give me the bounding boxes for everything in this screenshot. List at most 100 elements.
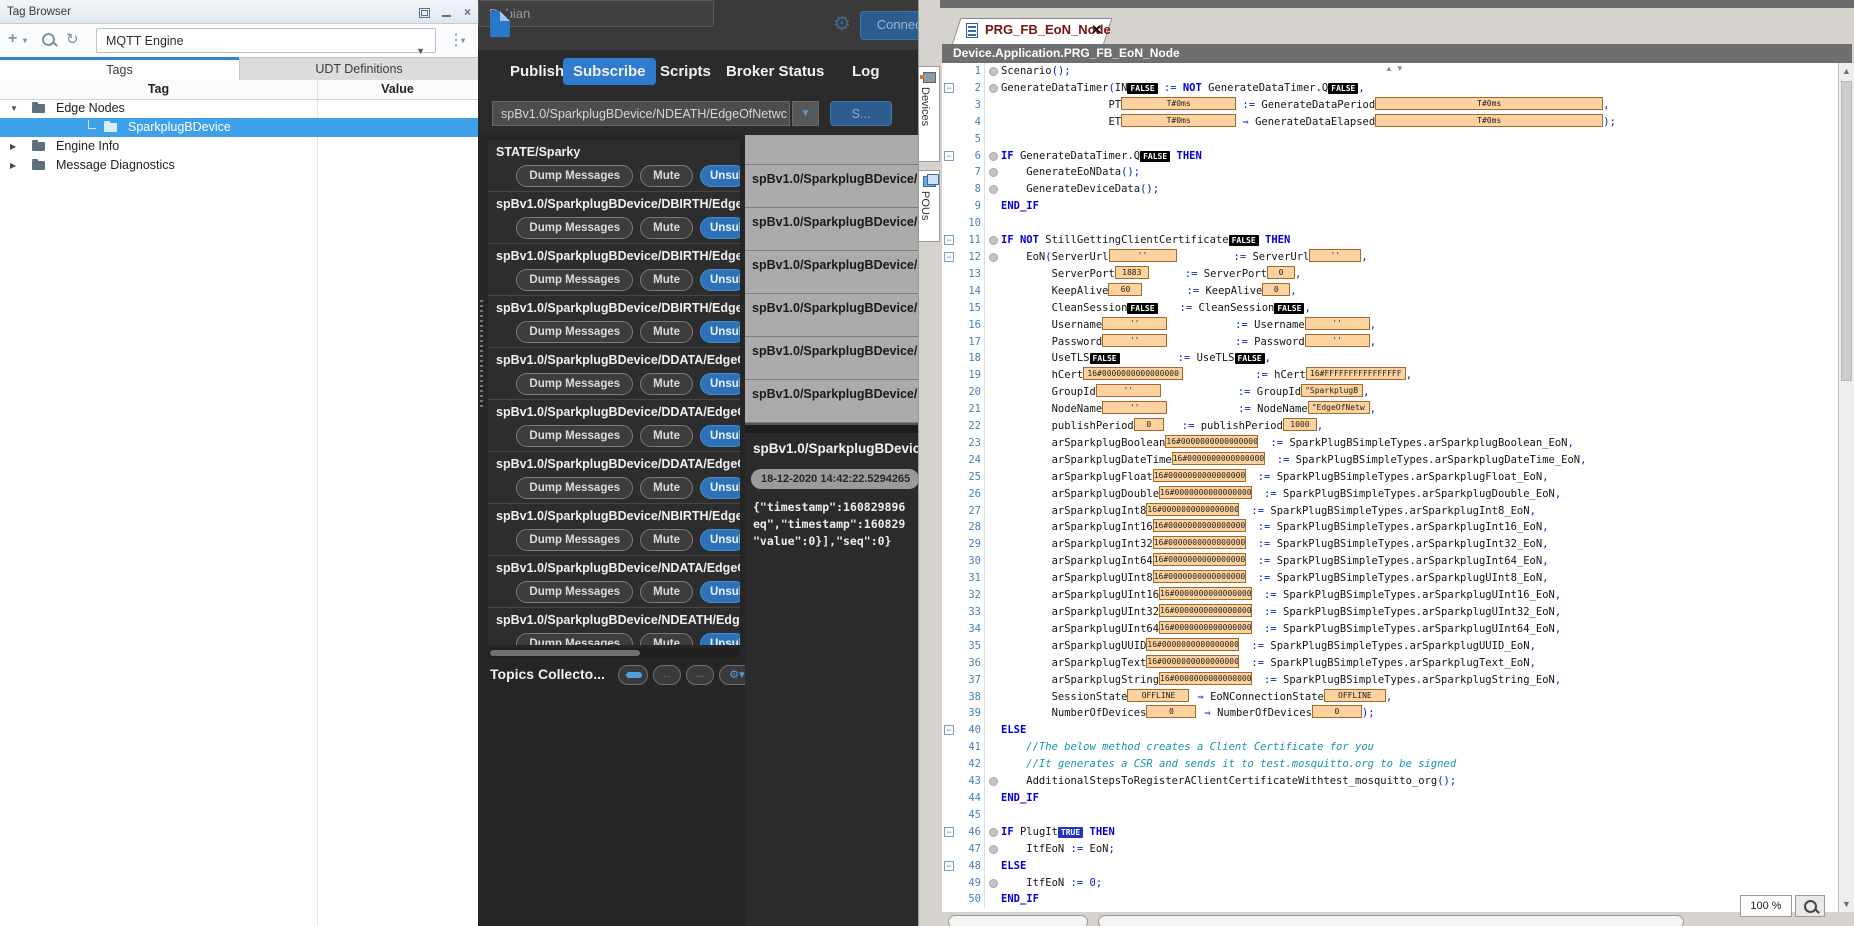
mute-button[interactable]: Mute [640,165,693,187]
add-tag-caret-icon[interactable]: ▾ [23,36,27,45]
breakpoint-gutter[interactable] [985,114,1001,131]
code-line[interactable]: 34 arSparkplugUInt6416#0000000000000000:… [942,621,1838,638]
breakpoint-gutter[interactable] [985,587,1001,604]
code-line[interactable]: 17 Password'':= Password'', [942,334,1838,351]
editor-zoom-icon[interactable] [1795,895,1825,917]
code-text[interactable]: GenerateDataTimer(INFALSE := NOT Generat… [1001,80,1365,98]
refresh-icon[interactable]: ↻ [66,30,79,48]
mute-button[interactable]: Mute [640,633,693,645]
code-line[interactable]: 8 GenerateDeviceData(); [942,181,1838,198]
code-line[interactable]: 33 arSparkplugUInt3216#0000000000000000:… [942,604,1838,621]
code-text[interactable]: publishPeriod0:= publishPeriod1000, [1001,418,1323,435]
code-text[interactable]: IF GenerateDataTimer.QFALSE THEN [1001,148,1202,166]
fold-collapse-icon[interactable]: − [944,151,954,161]
code-line[interactable]: 35 arSparkplugUUID16#0000000000000000:= … [942,638,1838,655]
breakpoint-gutter[interactable] [985,655,1001,672]
mute-button[interactable]: Mute [640,373,693,395]
breakpoint-gutter[interactable] [985,97,1001,114]
nav-tab-scripts[interactable]: Scripts [650,58,721,85]
code-text[interactable]: ItfEoN := 0; [1001,875,1102,892]
breakpoint-gutter[interactable] [985,283,1001,300]
code-text[interactable]: //The below method creates a Client Cert… [1001,739,1374,756]
code-text[interactable]: GenerateDeviceData(); [1001,181,1159,198]
expand-icon[interactable]: ▶ [10,156,16,175]
code-text[interactable]: GroupId'':= GroupId"SparkplugB▶, [1001,384,1369,401]
breakpoint-gutter[interactable] [985,790,1001,807]
dump-messages-button[interactable]: Dump Messages [516,477,633,499]
message-row[interactable] [745,135,918,165]
tree-row-edge-nodes[interactable]: ▼Edge Nodes [0,99,478,118]
fold-collapse-icon[interactable]: − [944,235,954,245]
tab-udt-definitions[interactable]: UDT Definitions [239,57,478,80]
unsubscribe-button[interactable]: Unsubscribe [700,529,740,551]
breakpoint-gutter[interactable] [985,300,1001,317]
code-line[interactable]: 41 //The below method creates a Client C… [942,739,1838,756]
breakpoint-gutter[interactable] [985,350,1001,367]
code-text[interactable]: IF NOT StillGettingClientCertificateFALS… [1001,232,1290,250]
code-line[interactable]: 15 CleanSessionFALSE:= CleanSessionFALSE… [942,300,1838,317]
code-line[interactable]: 29 arSparkplugInt3216#0000000000000000:=… [942,536,1838,553]
code-line[interactable]: 47 ItfEoN := EoN; [942,841,1838,858]
code-line[interactable]: 37 arSparkplugString16#0000000000000000:… [942,672,1838,689]
editor-zoom-level[interactable]: 100 % [1740,895,1792,917]
code-text[interactable]: arSparkplugUInt3216#0000000000000000:= S… [1001,604,1561,621]
breakpoint-gutter[interactable] [985,63,1001,80]
code-line[interactable]: 36 arSparkplugText16#0000000000000000:= … [942,655,1838,672]
code-text[interactable]: END_IF [1001,790,1039,807]
code-line[interactable]: 30 arSparkplugInt6416#0000000000000000:=… [942,553,1838,570]
breakpoint-gutter[interactable] [985,486,1001,503]
breakpoint-gutter[interactable] [985,215,1001,232]
code-line[interactable]: 32 arSparkplugUInt1616#0000000000000000:… [942,587,1838,604]
code-line[interactable]: 13 ServerPort1883:= ServerPort0, [942,266,1838,283]
code-text[interactable]: ServerPort1883:= ServerPort0, [1001,266,1301,283]
topic-dropdown-icon[interactable]: ▼ [792,101,819,126]
breakpoint-gutter[interactable] [985,841,1001,858]
code-text[interactable]: arSparkplugUUID16#0000000000000000:= Spa… [1001,638,1536,655]
code-text[interactable]: arSparkplugText16#0000000000000000:= Spa… [1001,655,1536,672]
unsubscribe-button[interactable]: Unsubscribe [700,581,740,603]
mute-button[interactable]: Mute [640,217,693,239]
expand-icon[interactable]: ▶ [10,137,16,156]
code-text[interactable]: arSparkplugString16#0000000000000000:= S… [1001,672,1561,689]
subscribe-button[interactable]: S... [830,101,892,126]
code-line[interactable]: 38 SessionStateOFFLINE⇒ EoNConnectionSta… [942,689,1838,706]
unsubscribe-button[interactable]: Unsubscribe [700,165,740,187]
profile-file-icon[interactable] [490,11,510,37]
mute-button[interactable]: Mute [640,581,693,603]
tab-tags[interactable]: Tags [0,57,239,80]
code-line[interactable]: 23 arSparkplugBoolean16#0000000000000000… [942,435,1838,452]
collapse-icon[interactable]: ▼ [10,99,18,118]
breakpoint-gutter[interactable] [985,570,1001,587]
code-line[interactable]: 39 NumberOfDevices0⇒ NumberOfDevices0); [942,705,1838,722]
scroll-down-icon[interactable]: ▼ [1842,899,1851,909]
code-line[interactable]: 19 hCert16#0000000000000000:= hCert16#FF… [942,367,1838,384]
code-line[interactable]: −12 EoN(ServerUrl'':= ServerUrl'', [942,249,1838,266]
dump-messages-button[interactable]: Dump Messages [516,581,633,603]
dump-messages-button[interactable]: Dump Messages [516,373,633,395]
unsubscribe-button[interactable]: Unsubscribe [700,477,740,499]
code-text[interactable]: ELSE [1001,722,1026,739]
editor-tab[interactable]: PRG_FB_EoN_Node ✕ [952,18,1104,44]
breakpoint-gutter[interactable] [985,198,1001,215]
unsubscribe-button[interactable]: Unsubscribe [700,321,740,343]
breakpoint-gutter[interactable] [985,553,1001,570]
code-text[interactable]: //It generates a CSR and sends it to tes… [1001,756,1456,773]
code-text[interactable]: NumberOfDevices0⇒ NumberOfDevices0); [1001,705,1375,722]
code-line[interactable]: 22 publishPeriod0:= publishPeriod1000, [942,418,1838,435]
code-line[interactable]: 26 arSparkplugDouble16#0000000000000000:… [942,486,1838,503]
kebab-caret-icon[interactable]: ▾ [461,36,465,45]
nav-tab-log[interactable]: Log [842,58,890,85]
breakpoint-gutter[interactable] [985,891,1001,908]
breakpoint-gutter[interactable] [985,621,1001,638]
unsubscribe-button[interactable]: Unsubscribe [700,373,740,395]
restore-window-icon[interactable] [419,8,430,18]
code-line[interactable]: −11IF NOT StillGettingClientCertificateF… [942,232,1838,249]
code-text[interactable]: Username'':= Username'', [1001,317,1376,334]
breakpoint-gutter[interactable] [985,249,1001,266]
code-line[interactable]: 21 NodeName'':= NodeName"EdgeOfNetw▶, [942,401,1838,418]
breakpoint-gutter[interactable] [985,435,1001,452]
message-row[interactable]: spBv1.0/SparkplugBDevice/DDAT [745,165,918,208]
code-text[interactable]: CleanSessionFALSE:= CleanSessionFALSE, [1001,300,1311,318]
dump-messages-button[interactable]: Dump Messages [516,321,633,343]
code-text[interactable]: KeepAlive60:= KeepAlive0, [1001,283,1297,300]
